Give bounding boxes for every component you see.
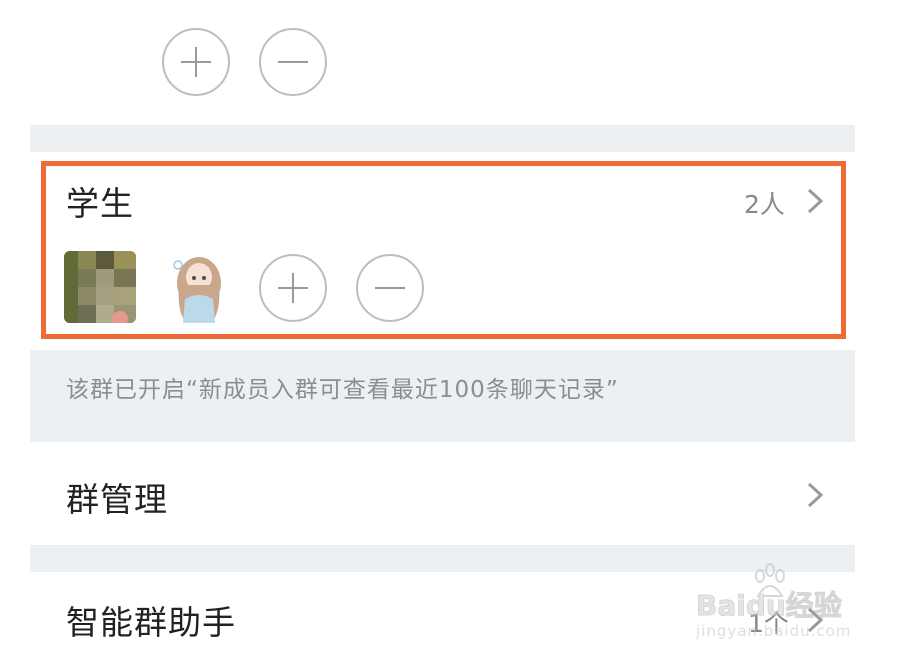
section-divider xyxy=(30,125,855,152)
students-title: 学生 xyxy=(66,184,134,223)
pixelated-avatar-image xyxy=(64,251,136,323)
remove-member-button[interactable] xyxy=(259,28,327,96)
baidu-watermark: Baidu经验 jingyan.baidu.com xyxy=(692,562,892,652)
plus-icon xyxy=(278,273,308,303)
add-student-button[interactable] xyxy=(259,254,327,322)
watermark-url: jingyan.baidu.com xyxy=(696,622,852,640)
add-member-button[interactable] xyxy=(162,28,230,96)
chevron-right-icon xyxy=(807,482,824,508)
minus-icon xyxy=(278,61,308,63)
watermark-brand: Baidu经验 xyxy=(696,589,843,623)
anime-girl-avatar-image xyxy=(173,257,221,323)
history-notice-text: 该群已开启“新成员入群可查看最近100条聊天记录” xyxy=(66,377,619,403)
plus-icon xyxy=(181,47,211,77)
group-management-label: 群管理 xyxy=(66,480,168,519)
minus-icon xyxy=(375,287,405,289)
history-notice: 该群已开启“新成员入群可查看最近100条聊天记录” xyxy=(30,350,855,442)
remove-student-button[interactable] xyxy=(356,254,424,322)
smart-assistant-label: 智能群助手 xyxy=(66,603,236,642)
avatar[interactable] xyxy=(161,251,233,323)
students-count[interactable]: 2人 xyxy=(744,185,785,221)
chevron-right-icon xyxy=(807,188,824,214)
avatar[interactable] xyxy=(64,251,136,323)
